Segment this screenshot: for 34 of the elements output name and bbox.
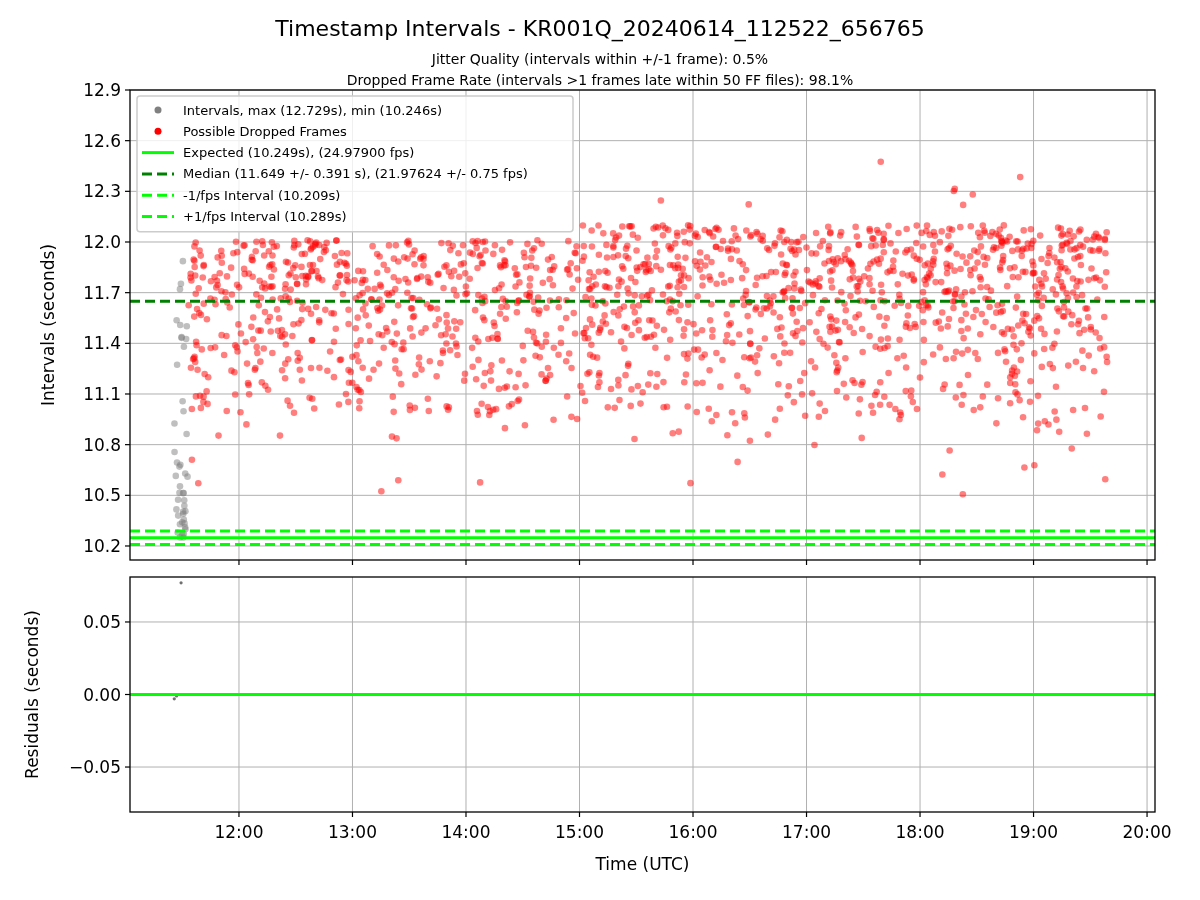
- axis-tick-label: 20:00: [1122, 822, 1172, 842]
- axis-tick-label: 12:00: [214, 822, 264, 842]
- axis-tick-label: 12.3: [83, 181, 121, 202]
- legend-label: Possible Dropped Frames: [183, 123, 347, 139]
- axis-tick-label: 13:00: [328, 822, 377, 842]
- axis-tick-label: 10.2: [83, 536, 121, 556]
- axis-tick-label: 15:00: [555, 822, 604, 842]
- chart-subtitle: Dropped Frame Rate (intervals >1 frames late within 50 FF files): 98.1%: [346, 72, 854, 88]
- legend-label: -1/fps Interval (10.209s): [183, 187, 341, 203]
- axis-tick-label: 12.0: [83, 232, 121, 252]
- chart-title: Timestamp Intervals - KR001Q_20240614_112522_656765: [275, 16, 925, 41]
- axis-tick-label: 12.9: [83, 80, 121, 100]
- axis-tick-label: 0.00: [83, 684, 121, 705]
- axis-tick-label: 14:00: [441, 822, 491, 842]
- axis-tick-label: 19:00: [1009, 822, 1059, 842]
- axis-tick-label: 18:00: [895, 822, 945, 842]
- axis-tick-label: 16:00: [668, 822, 718, 842]
- axis-tick-label: 11.1: [83, 384, 121, 404]
- axis-tick-label: −0.05: [68, 757, 121, 778]
- axis-tick-label: 17:00: [782, 822, 831, 842]
- chart-subtitle: Jitter Quality (intervals within +/-1 frame): 0.5%: [431, 51, 769, 67]
- axis-tick-label: 12.6: [83, 130, 121, 151]
- axis-tick-label: 0.05: [83, 611, 121, 632]
- axis-title: Time (UTC): [595, 854, 690, 874]
- legend-label: +1/fps Interval (10.289s): [183, 209, 347, 224]
- legend-label: Median (11.649 +/- 0.391 s), (21.97624 +/- 0.75 fps): [183, 166, 528, 182]
- axis-tick-label: 10.8: [83, 434, 121, 455]
- legend-label: Intervals, max (12.729s), min (10.246s): [183, 102, 442, 118]
- axis-tick-label: 11.7: [83, 282, 121, 303]
- axis-title: Residuals (seconds): [22, 610, 42, 779]
- legend-label: Expected (10.249s), (24.97900 fps): [183, 145, 415, 161]
- axis-tick-label: 10.5: [83, 485, 121, 506]
- axis-tick-label: 11.4: [83, 333, 121, 354]
- axis-title: Intervals (seconds): [38, 243, 58, 407]
